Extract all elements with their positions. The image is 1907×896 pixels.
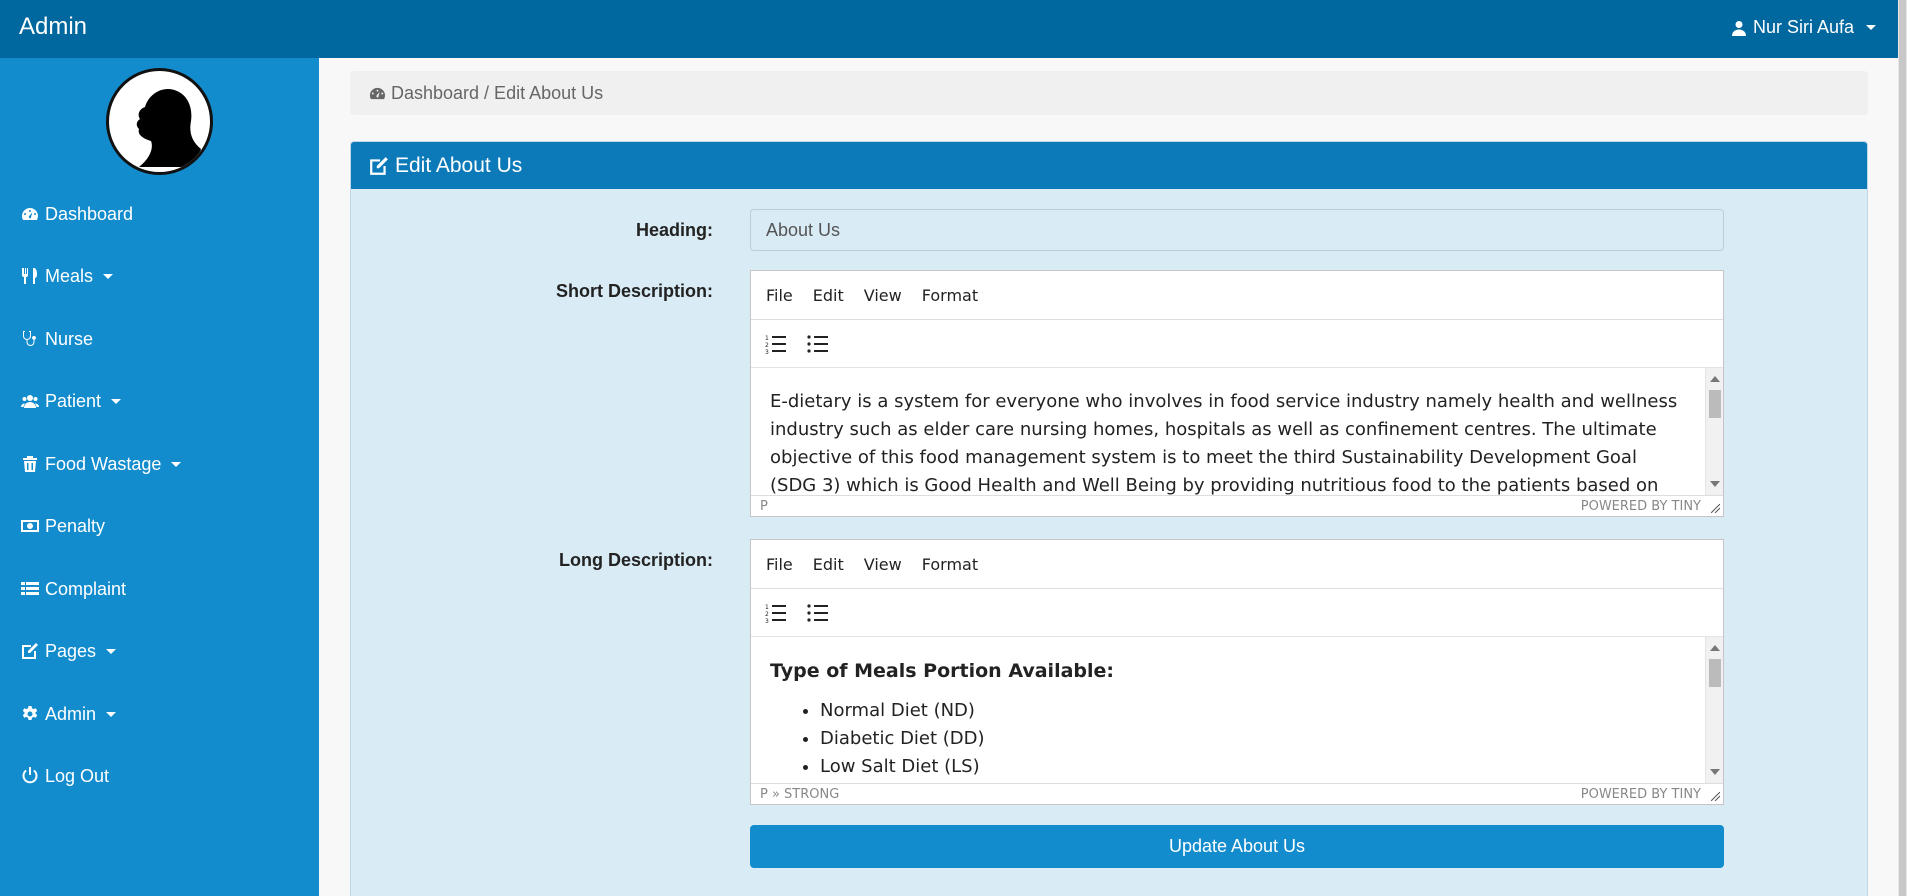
sidebar-item-meals[interactable]: Meals: [21, 261, 114, 291]
sidebar-item-patient[interactable]: Patient: [21, 386, 122, 416]
brand-title[interactable]: Admin: [19, 13, 87, 41]
menu-edit[interactable]: Edit: [813, 555, 844, 574]
top-navbar: Admin Nur Siri Aufa: [0, 0, 1898, 58]
edit-about-panel: Edit About Us Heading: Short Description…: [350, 141, 1868, 896]
update-about-us-button[interactable]: Update About Us: [750, 825, 1724, 868]
editor-menubar: File Edit View Format: [751, 540, 1723, 589]
users-icon: [21, 395, 39, 408]
scrollbar-thumb[interactable]: [1899, 0, 1906, 896]
sidebar-item-label: Patient: [45, 390, 102, 411]
menu-edit[interactable]: Edit: [813, 286, 844, 305]
heading-input[interactable]: [750, 209, 1724, 251]
resize-handle-icon[interactable]: [1711, 792, 1720, 801]
long-description-heading: Type of Meals Portion Available:: [770, 660, 1114, 682]
editor-toolbar: 123: [751, 589, 1723, 636]
sidebar-item-label: Meals: [45, 265, 94, 286]
resize-handle-icon[interactable]: [1711, 504, 1720, 513]
bullet-list-icon[interactable]: [807, 602, 829, 624]
list-item: Diabetic Diet (DD): [820, 725, 1683, 753]
chevron-down-icon: [103, 273, 114, 279]
short-description-label: Short Description:: [555, 281, 713, 301]
power-icon: [22, 767, 38, 784]
user-name: Nur Siri Aufa: [1752, 17, 1854, 37]
meal-portion-list: Normal Diet (ND) Diabetic Diet (DD) Low …: [770, 697, 1683, 781]
svg-text:2: 2: [765, 342, 769, 349]
sidebar-item-admin[interactable]: Admin: [21, 699, 117, 729]
avatar: [106, 68, 213, 175]
sidebar-item-dashboard[interactable]: Dashboard: [21, 199, 133, 229]
dashboard-icon: [22, 208, 38, 220]
list-icon: [21, 582, 39, 595]
sidebar-item-label: Nurse: [45, 328, 94, 349]
short-description-text: E-dietary is a system for everyone who i…: [770, 391, 1678, 495]
chevron-down-icon: [1866, 25, 1876, 30]
money-icon: [21, 520, 39, 532]
sidebar-item-label: Penalty: [45, 515, 106, 536]
sidebar-item-label: Log Out: [45, 765, 110, 786]
numbered-list-icon[interactable]: 123: [765, 333, 787, 355]
svg-text:1: 1: [765, 604, 769, 611]
editor-statusbar: P POWERED BY TINY: [751, 495, 1723, 516]
sidebar-item-complaint[interactable]: Complaint: [21, 574, 126, 604]
sidebar: Dashboard Meals Nurse Patient Food Wasta…: [0, 58, 319, 896]
user-menu[interactable]: Nur Siri Aufa: [1731, 17, 1876, 38]
menu-file[interactable]: File: [766, 286, 793, 305]
cutlery-icon: [22, 268, 37, 284]
svg-text:2: 2: [765, 611, 769, 618]
short-description-editor[interactable]: File Edit View Format 123 E-dietary is a…: [750, 270, 1724, 517]
long-description-label: Long Description:: [559, 550, 713, 570]
breadcrumb-text: Dashboard / Edit About Us: [391, 82, 604, 103]
menu-view[interactable]: View: [864, 555, 902, 574]
sidebar-item-label: Complaint: [45, 578, 127, 599]
editor-statusbar: P » STRONG POWERED BY TINY: [751, 783, 1723, 804]
user-icon: [1731, 20, 1746, 36]
chevron-down-icon: [106, 648, 117, 654]
edit-icon: [370, 156, 388, 175]
chevron-down-icon: [106, 711, 117, 717]
powered-by[interactable]: POWERED BY TINY: [1581, 787, 1701, 802]
sidebar-item-label: Food Wastage: [45, 453, 162, 474]
editor-scrollbar[interactable]: [1705, 637, 1723, 783]
editor-content[interactable]: E-dietary is a system for everyone who i…: [751, 367, 1723, 495]
sidebar-item-label: Pages: [45, 640, 97, 661]
chevron-down-icon: [171, 461, 182, 467]
list-item: Low Salt Diet (LS): [820, 753, 1683, 781]
edit-icon: [22, 643, 38, 659]
list-item: Normal Diet (ND): [820, 697, 1683, 725]
element-path[interactable]: P: [760, 499, 768, 514]
menu-view[interactable]: View: [864, 286, 902, 305]
chevron-down-icon: [111, 398, 122, 404]
panel-header: Edit About Us: [351, 142, 1867, 189]
menu-format[interactable]: Format: [922, 555, 978, 574]
sidebar-item-penalty[interactable]: Penalty: [21, 511, 105, 541]
editor-scrollbar[interactable]: [1705, 368, 1723, 495]
trash-icon: [23, 456, 37, 472]
svg-text:3: 3: [765, 618, 769, 624]
sidebar-item-label: Admin: [45, 703, 97, 724]
stethoscope-icon: [22, 331, 36, 346]
long-description-editor[interactable]: File Edit View Format 123 Type of Meals …: [750, 539, 1724, 805]
gear-icon: [22, 706, 38, 720]
menu-file[interactable]: File: [766, 555, 793, 574]
sidebar-item-nurse[interactable]: Nurse: [21, 324, 93, 354]
powered-by[interactable]: POWERED BY TINY: [1581, 499, 1701, 514]
svg-text:1: 1: [765, 335, 769, 342]
breadcrumb: Dashboard / Edit About Us: [350, 71, 1868, 115]
bullet-list-icon[interactable]: [807, 333, 829, 355]
sidebar-item-logout[interactable]: Log Out: [21, 761, 109, 791]
sidebar-item-food-wastage[interactable]: Food Wastage: [21, 449, 182, 479]
menu-format[interactable]: Format: [922, 286, 978, 305]
numbered-list-icon[interactable]: 123: [765, 602, 787, 624]
sidebar-item-label: Dashboard: [45, 203, 134, 224]
sidebar-item-pages[interactable]: Pages: [21, 636, 117, 666]
element-path[interactable]: P » STRONG: [760, 787, 839, 802]
editor-toolbar: 123: [751, 320, 1723, 367]
panel-title: Edit About Us: [395, 153, 523, 177]
heading-label: Heading:: [635, 220, 713, 240]
editor-menubar: File Edit View Format: [751, 271, 1723, 320]
svg-text:3: 3: [765, 349, 769, 355]
editor-content[interactable]: Type of Meals Portion Available: Normal …: [751, 636, 1723, 783]
page-scrollbar[interactable]: [1898, 0, 1907, 896]
dashboard-icon: [369, 87, 386, 99]
